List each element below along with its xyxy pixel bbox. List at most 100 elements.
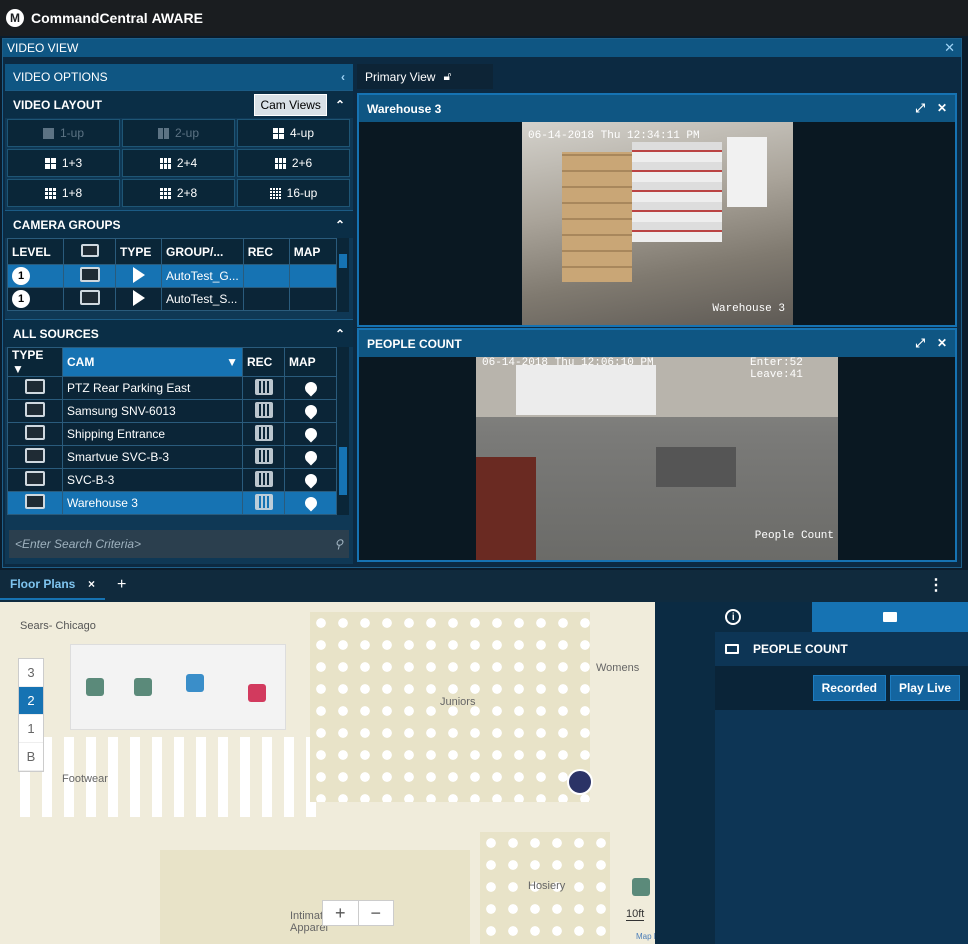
layout-button-label: 2-up	[174, 126, 200, 140]
calendar-icon[interactable]	[254, 424, 273, 441]
unlock-icon[interactable]: 🔓︎	[443, 69, 451, 84]
column-header-map[interactable]: MAP	[288, 238, 338, 265]
type-cell	[7, 422, 63, 446]
table-row[interactable]: Smartvue SVC-B-3	[7, 445, 337, 469]
camera-icon	[25, 448, 45, 463]
map-label-hosiery: Hosiery	[528, 880, 566, 892]
floor-button-3[interactable]: 3	[19, 659, 43, 687]
layout-button-1+3[interactable]: 1+3	[7, 149, 120, 177]
table-row[interactable]: Warehouse 3	[7, 491, 337, 515]
layout-button-2+8[interactable]: 2+8	[122, 179, 235, 207]
search-input[interactable]: <Enter Search Criteria> ⚲	[9, 530, 349, 558]
tab-primary-view[interactable]: Primary View 🔓︎	[357, 64, 493, 89]
primary-view-panel: Primary View 🔓︎ Warehouse 3 ⤢ ✕ 06-14-201…	[357, 64, 961, 564]
filter-icon[interactable]: ▼	[12, 362, 24, 376]
floor-plans-tabbar: Floor Plans × + ⋮	[0, 570, 968, 600]
layout-button-4-up[interactable]: 4-up	[237, 119, 350, 147]
layout-button-2+6[interactable]: 2+6	[237, 149, 350, 177]
chevron-up-icon[interactable]: ⌃	[335, 98, 345, 112]
video-feed-warehouse[interactable]: Warehouse 3 ⤢ ✕ 06-14-2018 Thu 12:34:11 P…	[357, 93, 957, 327]
more-vertical-icon[interactable]: ⋮	[928, 575, 944, 595]
table-row[interactable]: 1 AutoTest_S...	[7, 287, 338, 311]
layout-button-label: 1+3	[61, 156, 83, 170]
layout-button-1+8[interactable]: 1+8	[7, 179, 120, 207]
chevron-up-icon[interactable]: ⌃	[335, 218, 345, 232]
column-header-cam[interactable]: CAM ▼	[62, 347, 243, 377]
chevron-left-icon[interactable]: ‹	[341, 70, 345, 84]
camera-groups-scrollbar[interactable]	[337, 238, 349, 312]
close-icon[interactable]: ×	[88, 577, 95, 591]
zoom-in-button[interactable]: +	[323, 901, 359, 925]
layout-button-2-up[interactable]: 2-up	[122, 119, 235, 147]
close-icon[interactable]: ✕	[937, 101, 947, 116]
table-row[interactable]: SVC-B-3	[7, 468, 337, 492]
chevron-up-icon[interactable]: ⌃	[335, 327, 345, 341]
column-header-type[interactable]: TYPE	[115, 238, 162, 265]
tab-floor-plans[interactable]: Floor Plans ×	[0, 570, 105, 600]
floor-map[interactable]: Sears- Chicago Footwear Juniors Womens H…	[0, 602, 655, 944]
column-header-level[interactable]: LEVEL	[7, 238, 64, 265]
calendar-icon[interactable]	[254, 447, 273, 464]
female-restroom-icon	[248, 684, 266, 702]
video-options-panel: VIDEO OPTIONS ‹ VIDEO LAYOUT Cam Views ⌃…	[5, 64, 353, 564]
play-icon[interactable]	[132, 266, 145, 283]
table-row[interactable]: PTZ Rear Parking East	[7, 376, 337, 400]
close-icon[interactable]: ✕	[937, 336, 947, 351]
table-row[interactable]: Shipping Entrance	[7, 422, 337, 446]
play-icon[interactable]	[132, 289, 145, 306]
column-header-rec[interactable]: REC	[242, 238, 290, 265]
restroom-icon	[134, 678, 152, 696]
add-tab-button[interactable]: +	[117, 576, 126, 594]
search-icon[interactable]: ⚲	[334, 537, 343, 551]
expand-icon[interactable]: ⤢	[915, 101, 925, 116]
map-pin-icon[interactable]	[302, 471, 319, 488]
table-row[interactable]: 1 AutoTest_G...	[7, 264, 338, 288]
layout-button-16-up[interactable]: 16-up	[237, 179, 350, 207]
map-cell	[284, 399, 337, 423]
map-pin-icon[interactable]	[302, 425, 319, 442]
map-pin-icon[interactable]	[302, 379, 319, 396]
warehouse-camera-image: 06-14-2018 Thu 12:34:11 PM Warehouse 3	[522, 122, 793, 325]
feed-timestamp: 06-14-2018 Thu 12:34:11 PM	[528, 130, 700, 142]
column-header-camera[interactable]	[63, 238, 116, 265]
video-camera-icon	[882, 612, 897, 622]
table-row[interactable]: Samsung SNV-6013	[7, 399, 337, 423]
cam-views-button[interactable]: Cam Views	[254, 93, 327, 116]
app-title-main: CommandCentral	[31, 10, 148, 26]
filter-icon[interactable]: ▼	[226, 355, 238, 369]
map-cell	[284, 491, 337, 515]
camera-icon	[25, 402, 45, 417]
video-options-header[interactable]: VIDEO OPTIONS ‹	[5, 64, 353, 90]
recorded-button[interactable]: Recorded	[812, 675, 886, 701]
video-layout-header: VIDEO LAYOUT Cam Views ⌃	[5, 90, 353, 118]
camera-pin-icon[interactable]	[567, 769, 593, 795]
expand-icon[interactable]: ⤢	[915, 336, 925, 351]
close-icon[interactable]: ✕	[944, 40, 955, 56]
video-feed-people-count[interactable]: PEOPLE COUNT ⤢ ✕ 06-14-2018 Thu 12:06:10 …	[357, 328, 957, 562]
layout-button-1-up[interactable]: 1-up	[7, 119, 120, 147]
calendar-icon[interactable]	[254, 493, 273, 510]
cam-name-cell: PTZ Rear Parking East	[62, 376, 243, 400]
map-pin-icon[interactable]	[302, 448, 319, 465]
column-header-rec[interactable]: REC	[242, 347, 285, 377]
layout-button-2+4[interactable]: 2+4	[122, 149, 235, 177]
calendar-icon[interactable]	[254, 401, 273, 418]
column-header-map[interactable]: MAP	[284, 347, 337, 377]
column-header-group[interactable]: GROUP/...	[161, 238, 244, 265]
calendar-icon[interactable]	[254, 378, 273, 395]
all-sources-scrollbar[interactable]	[337, 347, 349, 515]
map-cell	[284, 468, 337, 492]
play-live-button[interactable]: Play Live	[889, 675, 960, 701]
elevator-icon	[632, 878, 650, 896]
tab-camera[interactable]	[811, 602, 968, 632]
floor-button-2[interactable]: 2	[19, 687, 43, 715]
map-pin-icon[interactable]	[302, 494, 319, 511]
column-header-type[interactable]: TYPE ▼	[7, 347, 63, 377]
tab-info[interactable]: i	[655, 602, 812, 632]
map-pin-icon[interactable]	[302, 402, 319, 419]
calendar-icon[interactable]	[254, 470, 273, 487]
layout-button-label: 4-up	[289, 126, 315, 140]
floor-button-1[interactable]: 1	[19, 715, 43, 743]
zoom-out-button[interactable]: −	[359, 901, 394, 925]
floor-button-B[interactable]: B	[19, 743, 43, 771]
